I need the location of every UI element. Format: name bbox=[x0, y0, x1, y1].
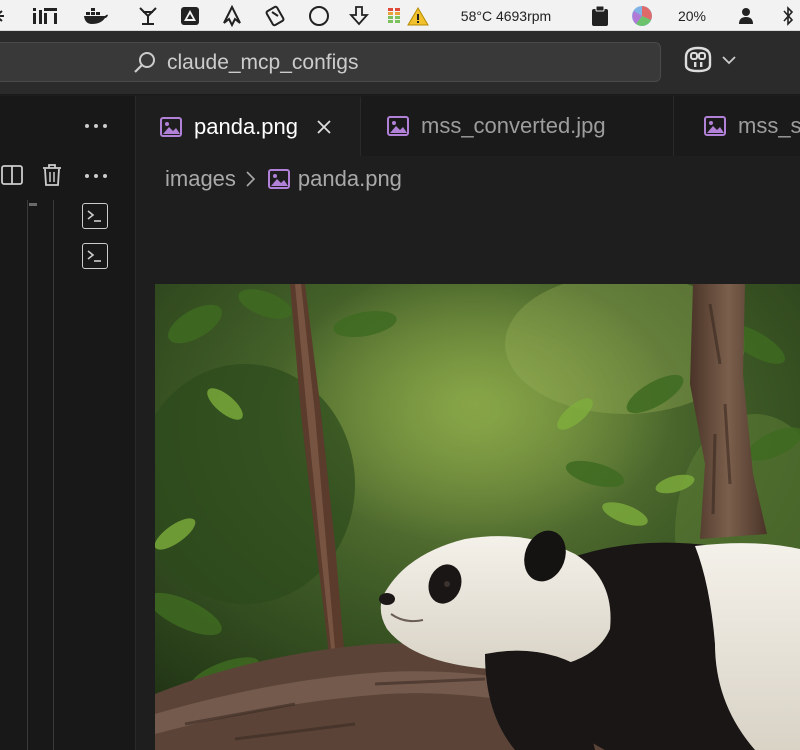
trash-icon[interactable] bbox=[40, 162, 64, 188]
image-file-icon bbox=[267, 169, 290, 189]
panda-photo bbox=[155, 284, 800, 750]
bluetooth-icon[interactable] bbox=[777, 0, 799, 31]
istat-menus-icon[interactable] bbox=[30, 0, 60, 31]
copilot-icon bbox=[682, 45, 714, 78]
tab-mss-converted-jpg[interactable]: mss_converted.jpg bbox=[361, 96, 674, 156]
macos-menu-bar: 58°C 4693rpm 20% bbox=[0, 0, 800, 31]
image-file-icon bbox=[387, 116, 409, 136]
tab-label: mss_s bbox=[738, 113, 800, 138]
copilot-menu-button[interactable] bbox=[682, 45, 738, 77]
tree-guide-line bbox=[53, 200, 54, 750]
user-account-icon[interactable] bbox=[735, 0, 757, 31]
image-file-icon bbox=[704, 116, 726, 136]
memory-pie-icon[interactable] bbox=[628, 0, 656, 31]
download-arrow-icon[interactable] bbox=[347, 0, 371, 31]
command-center-text: claude_mcp_configs bbox=[167, 51, 359, 74]
search-icon bbox=[133, 51, 157, 80]
chevron-down-icon bbox=[722, 52, 736, 70]
editor-tab-bar: panda.png mss_converted.jpg mss_s bbox=[136, 96, 800, 156]
breadcrumb-folder[interactable]: images bbox=[165, 166, 236, 192]
clipboard-icon[interactable] bbox=[588, 0, 612, 31]
tab-mss-s[interactable]: mss_s bbox=[674, 96, 800, 156]
command-center-search[interactable]: claude_mcp_configs bbox=[0, 42, 661, 82]
tab-panda-png[interactable]: panda.png bbox=[136, 96, 361, 156]
terminal-icon[interactable] bbox=[82, 243, 108, 269]
window-title-bar: claude_mcp_configs bbox=[0, 31, 800, 95]
tab-label: mss_converted.jpg bbox=[421, 113, 606, 138]
left-panel bbox=[0, 96, 136, 750]
breadcrumb: images panda.png bbox=[165, 162, 402, 196]
battery-warning-icon[interactable] bbox=[386, 0, 430, 31]
image-file-icon bbox=[160, 117, 182, 137]
battery-percent-text: 20% bbox=[677, 7, 707, 24]
circle-status-icon[interactable] bbox=[307, 0, 331, 31]
more-actions-icon[interactable] bbox=[80, 114, 112, 138]
gear-status-icon[interactable] bbox=[0, 0, 12, 31]
temperature-fan-text: 58°C 4693rpm bbox=[460, 7, 552, 24]
clipboard-app-icon[interactable] bbox=[262, 0, 288, 31]
google-drive-icon[interactable] bbox=[178, 0, 202, 31]
close-icon[interactable] bbox=[316, 119, 332, 135]
tree-guide-line bbox=[27, 200, 28, 750]
image-preview bbox=[155, 284, 800, 750]
bartender-icon[interactable] bbox=[134, 0, 162, 31]
docker-icon[interactable] bbox=[82, 0, 110, 31]
arc-launcher-icon[interactable] bbox=[220, 0, 244, 31]
split-panel-icon[interactable] bbox=[0, 162, 24, 188]
chevron-right-icon bbox=[244, 170, 256, 188]
tab-label: panda.png bbox=[194, 114, 298, 139]
breadcrumb-file[interactable]: panda.png bbox=[298, 166, 402, 192]
scroll-indicator bbox=[29, 203, 37, 206]
temperature-fan-readout[interactable]: 58°C 4693rpm bbox=[454, 0, 558, 31]
battery-percent[interactable]: 20% bbox=[672, 0, 712, 31]
more-actions-icon[interactable] bbox=[80, 164, 112, 188]
terminal-icon[interactable] bbox=[82, 203, 108, 229]
